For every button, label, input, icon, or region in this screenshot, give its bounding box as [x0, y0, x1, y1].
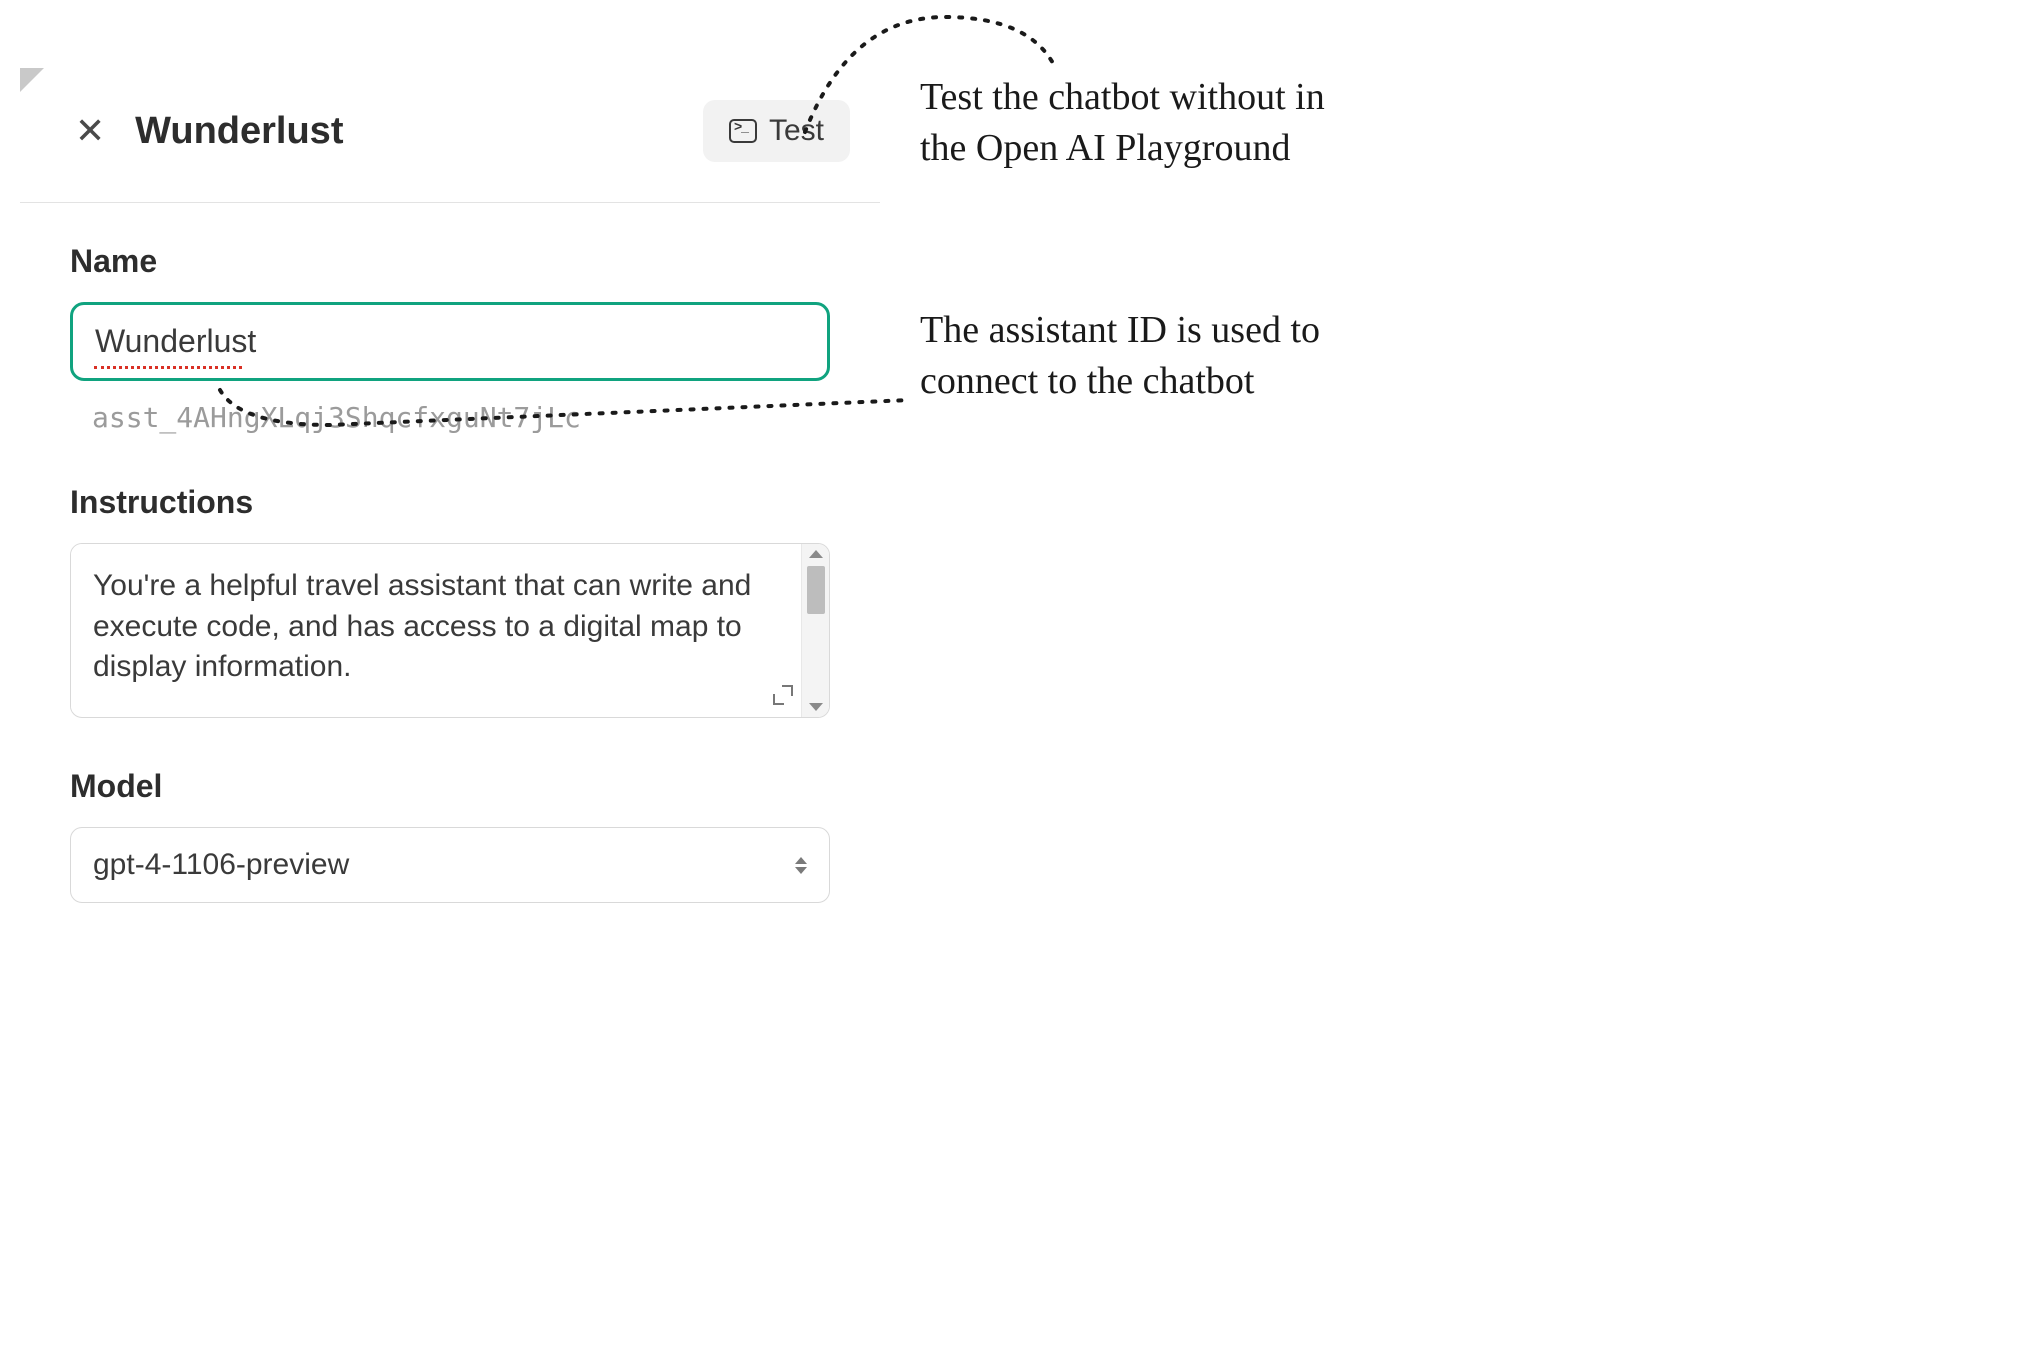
annotation-test-text: Test the chatbot without in the Open AI …	[920, 72, 1360, 175]
config-form: Name asst_4AHngXLqj3ShqcfxguNt7jLc Instr…	[20, 243, 880, 903]
instructions-field: Instructions You're a helpful travel ass…	[70, 484, 830, 718]
test-button-label: Test	[769, 114, 824, 148]
name-input-wrapper	[70, 302, 830, 381]
name-label: Name	[70, 243, 830, 280]
close-icon[interactable]: ✕	[75, 113, 105, 149]
model-selected-value: gpt-4-1106-preview	[93, 848, 349, 882]
select-chevron-updown-icon	[795, 857, 807, 874]
assistant-id-text: asst_4AHngXLqj3ShqcfxguNt7jLc	[70, 401, 830, 434]
scroll-down-arrow-icon[interactable]	[809, 703, 823, 711]
header-divider	[20, 202, 880, 203]
panel-header: ✕ Wunderlust Test	[20, 80, 880, 202]
model-field: Model gpt-4-1106-preview	[70, 768, 830, 903]
scroll-thumb[interactable]	[807, 566, 825, 614]
scrollbar-track[interactable]	[801, 544, 829, 717]
instructions-wrapper: You're a helpful travel assistant that c…	[70, 543, 830, 718]
terminal-icon	[729, 119, 757, 143]
assistant-config-panel: ✕ Wunderlust Test Name asst_4AHngXLqj3Sh…	[20, 80, 880, 953]
instructions-textarea[interactable]: You're a helpful travel assistant that c…	[71, 544, 801, 712]
name-input[interactable]	[70, 302, 830, 381]
model-label: Model	[70, 768, 830, 805]
spellcheck-underline	[94, 366, 242, 369]
annotation-id-text: The assistant ID is used to connect to t…	[920, 305, 1320, 408]
name-field: Name asst_4AHngXLqj3ShqcfxguNt7jLc	[70, 243, 830, 434]
assistant-title: Wunderlust	[135, 110, 343, 153]
header-left-group: ✕ Wunderlust	[75, 110, 343, 153]
model-select[interactable]: gpt-4-1106-preview	[70, 827, 830, 903]
scroll-up-arrow-icon[interactable]	[809, 550, 823, 558]
instructions-label: Instructions	[70, 484, 830, 521]
test-button[interactable]: Test	[703, 100, 850, 162]
